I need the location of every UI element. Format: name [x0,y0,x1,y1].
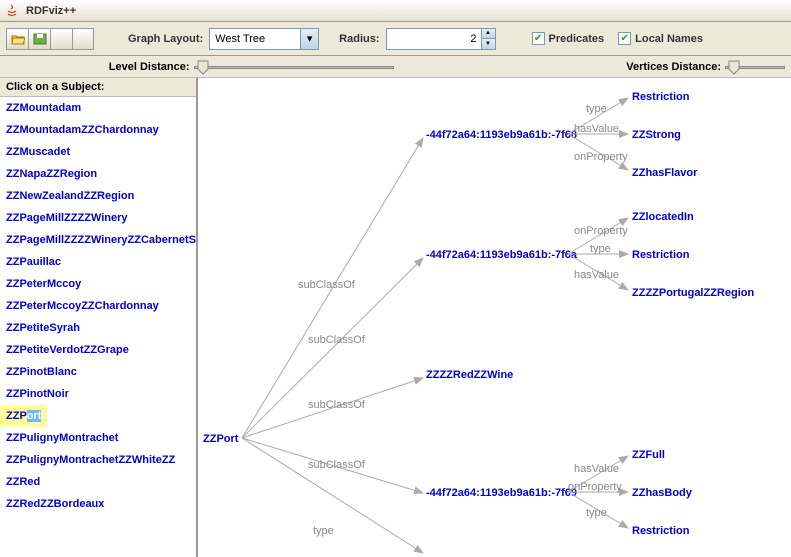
window-title: RDFviz++ [26,5,76,17]
radius-up-button[interactable]: ▲ [482,29,495,40]
edge-label: type [586,103,607,115]
subject-item[interactable]: ZZNapaZZRegion [0,163,196,185]
graph-node[interactable]: -44f72a64:1193eb9a61b:-7f68 [426,129,577,141]
subject-item[interactable]: ZZNewZealandZZRegion [0,185,196,207]
graph-node[interactable]: ZZhasFlavor [632,167,698,179]
subject-item[interactable]: ZZPauillac [0,251,196,273]
subject-item[interactable]: ZZPeterMccoy [0,273,196,295]
subject-list: ZZMountadamZZMountadamZZChardonnayZZMusc… [0,97,196,557]
subject-item[interactable]: ZZPageMillZZZZWineryZZCabernetSauvignon [0,229,196,251]
titlebar: RDFviz++ [0,0,791,22]
edge-label: onProperty [568,481,622,493]
sidebar-title: Click on a Subject: [0,78,196,97]
edge-label: onProperty [574,151,628,163]
edge-label: onProperty [574,225,628,237]
subject-item[interactable]: ZZMuscadet [0,141,196,163]
edge-label: type [590,243,611,255]
graph-layout-value: West Tree [210,29,300,49]
subject-item[interactable]: ZZPort [0,405,47,427]
save-button[interactable] [28,28,50,50]
local-names-checkbox[interactable]: ✔ Local Names [618,32,703,45]
subject-item[interactable]: ZZMountadam [0,97,196,119]
edge-label: subClassOf [298,279,356,291]
edge-label: subClassOf [308,399,366,411]
graph-node[interactable]: Restriction [632,91,690,103]
predicates-label: Predicates [549,33,605,45]
subject-item[interactable]: ZZPetiteSyrah [0,317,196,339]
subject-item[interactable]: ZZPinotNoir [0,383,196,405]
graph-node[interactable]: Restriction [632,525,690,537]
subject-item[interactable]: ZZRed [0,471,196,493]
java-icon [4,3,20,19]
vertices-distance-label: Vertices Distance: [626,61,721,73]
edge-label: subClassOf [308,459,366,471]
slider-thumb-icon[interactable] [196,60,212,76]
graph-node[interactable]: ZZhasBody [632,487,693,499]
edge-label: subClassOf [308,334,366,346]
edge-label: type [586,507,607,519]
graph-node[interactable]: Restriction [632,249,690,261]
radius-down-button[interactable]: ▼ [482,39,495,49]
radius-label: Radius: [339,33,379,45]
radius-input[interactable] [387,29,481,49]
toolbar-button-3[interactable] [50,28,72,50]
slider-row: Level Distance: Vertices Distance: [0,56,791,78]
graph-canvas[interactable]: ZZPort subClassOf subClassOf subClassOf … [198,78,791,557]
graph-node[interactable]: ZZFull [632,449,665,461]
level-distance-label: Level Distance: [109,61,190,73]
subject-item[interactable]: ZZPetiteVerdotZZGrape [0,339,196,361]
graph-node[interactable]: ZZZZPortugalZZRegion [632,287,754,299]
vertices-distance-slider[interactable] [725,59,785,75]
radius-spinner[interactable]: ▲ ▼ [386,28,496,50]
subject-item[interactable]: ZZPeterMccoyZZChardonnay [0,295,196,317]
graph-node[interactable]: ZZStrong [632,129,681,141]
subject-item[interactable]: ZZPulignyMontrachet [0,427,196,449]
graph-node[interactable]: ZZZZRedZZWine [426,369,513,381]
predicates-checkbox[interactable]: ✔ Predicates [532,32,605,45]
edge-label: type [313,525,334,537]
subject-item[interactable]: ZZMountadamZZChardonnay [0,119,196,141]
subject-item[interactable]: ZZPinotBlanc [0,361,196,383]
file-button-group [6,28,94,50]
toolbar-button-4[interactable] [72,28,94,50]
edge-label: hasValue [574,269,619,281]
graph-root-node[interactable]: ZZPort [203,433,239,445]
graph-node[interactable]: -44f72a64:1193eb9a61b:-7f6a [426,249,578,261]
toolbar: Graph Layout: West Tree ▾ Radius: ▲ ▼ ✔ … [0,22,791,56]
main-area: Click on a Subject: ZZMountadamZZMountad… [0,78,791,557]
subject-scroll[interactable]: ZZMountadamZZMountadamZZChardonnayZZMusc… [0,97,196,557]
subject-item[interactable]: ZZPageMillZZZZWinery [0,207,196,229]
open-button[interactable] [6,28,28,50]
local-names-label: Local Names [635,33,703,45]
chevron-down-icon[interactable]: ▾ [300,29,318,49]
graph-layout-combo[interactable]: West Tree ▾ [209,28,319,50]
slider-thumb-icon[interactable] [727,60,743,76]
checkmark-icon: ✔ [618,32,631,45]
edge-label: hasValue [574,123,619,135]
level-distance-slider[interactable] [194,59,394,75]
graph-node[interactable]: ZZlocatedIn [632,211,694,223]
edge-label: hasValue [574,463,619,475]
subject-item[interactable]: ZZPulignyMontrachetZZWhiteZZ [0,449,196,471]
graph-layout-label: Graph Layout: [128,33,203,45]
subject-item[interactable]: ZZRedZZBordeaux [0,493,196,515]
sidebar: Click on a Subject: ZZMountadamZZMountad… [0,78,198,557]
graph-node[interactable]: -44f72a64:1193eb9a61b:-7f69 [426,487,577,499]
checkmark-icon: ✔ [532,32,545,45]
